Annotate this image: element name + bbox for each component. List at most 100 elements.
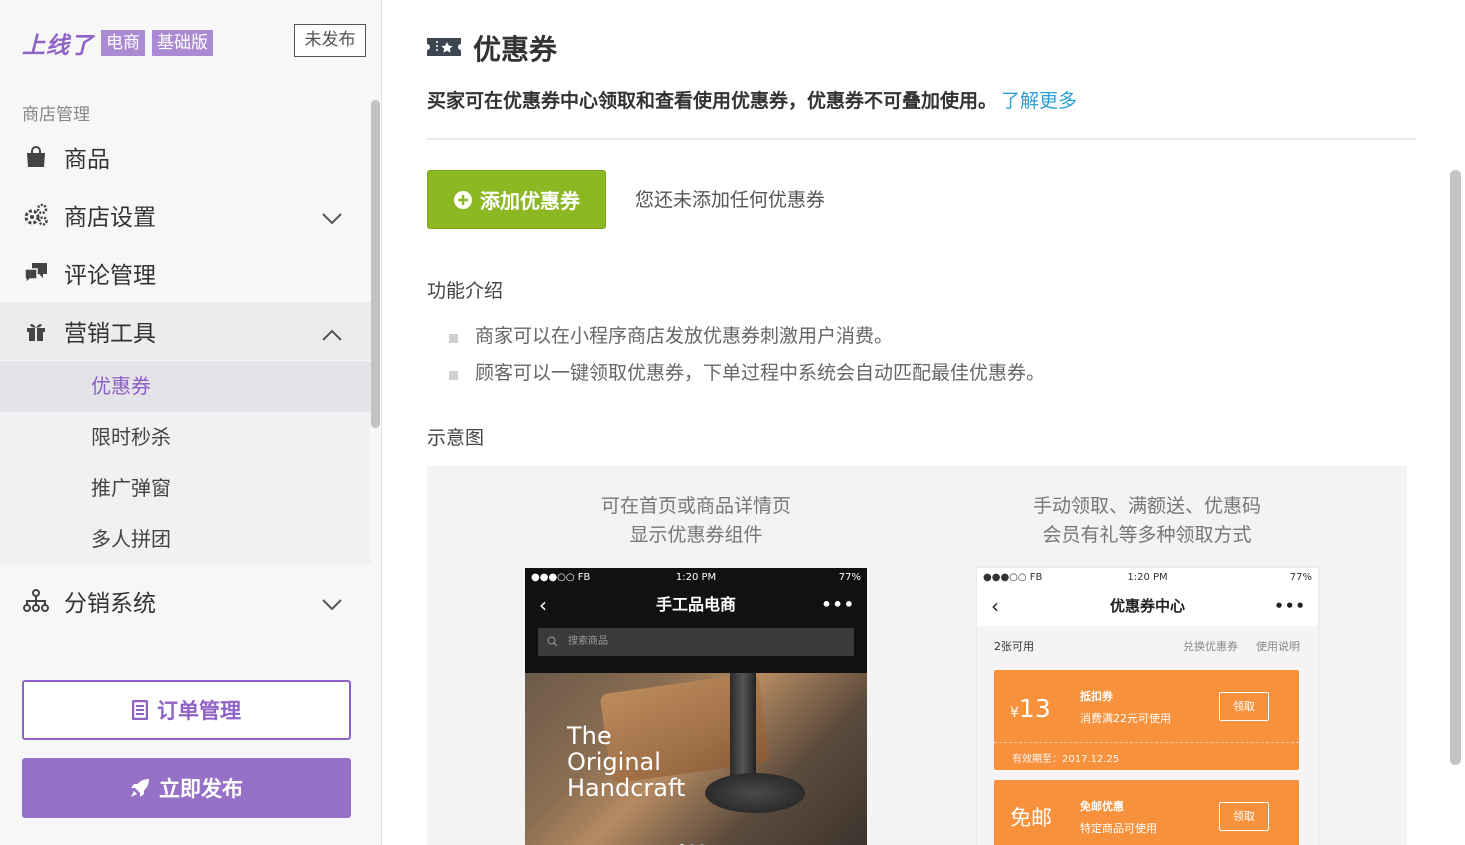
sidebar-subitem-popup[interactable]: 推广弹窗 (0, 463, 371, 514)
gears-icon (22, 201, 50, 229)
coupon-condition: 消费满22元可使用 (1080, 712, 1171, 725)
brand-tag-ecommerce: 电商 (101, 30, 145, 56)
chevron-down-icon (321, 592, 343, 618)
coupon-name: 抵扣券 (1080, 690, 1113, 703)
sitemap-icon (22, 587, 50, 615)
sidebar-item-store-settings[interactable]: 商店设置 (0, 186, 371, 244)
page-description: 买家可在优惠券中心领取和查看使用优惠券，优惠券不可叠加使用。 了解更多 (427, 86, 1077, 113)
ticket-icon (427, 32, 461, 65)
search-icon (547, 636, 558, 647)
phone-status-bar: ●●●○○ FB 1:20 PM 77% (525, 568, 867, 586)
coupon-amount: ¥13 (1010, 694, 1051, 723)
phone-search-bar: 搜索商品 (538, 628, 854, 656)
coupon-validity: 有效期至：2017.12.25 (1012, 754, 1120, 765)
publish-state-badge: 未发布 (294, 24, 366, 57)
add-coupon-label: 添加优惠券 (480, 191, 580, 213)
search-placeholder: 搜索商品 (568, 636, 608, 647)
sidebar-item-label: 商店设置 (64, 205, 156, 231)
caption-line: 手动领取、满额送、优惠码 (1032, 495, 1261, 517)
publish-now-label: 立即发布 (159, 778, 243, 801)
learn-more-link[interactable]: 了解更多 (1001, 90, 1077, 112)
coupon-claim-button: 领取 (1219, 802, 1269, 831)
hero-text-line: The (567, 722, 612, 750)
sidebar: 上线了 电商 基础版 未发布 商店管理 商品 商店设置 评论管理 营销工具 优惠… (0, 0, 382, 845)
phone-mockup-store: ●●●○○ FB 1:20 PM 77% ‹ 手工品电商 ••• 搜索商品 Th… (525, 568, 867, 845)
main-content: 优惠券 买家可在优惠券中心领取和查看使用优惠券，优惠券不可叠加使用。 了解更多 添… (383, 0, 1448, 845)
divider (427, 138, 1416, 140)
hero-pipe-shape (730, 673, 756, 783)
more-icon: ••• (821, 595, 855, 614)
feature-intro-heading: 功能介绍 (427, 280, 504, 302)
hero-text-line: Handcraft (567, 774, 686, 802)
app: 上线了 电商 基础版 未发布 商店管理 商品 商店设置 评论管理 营销工具 优惠… (0, 0, 1465, 845)
phone-navbar: ‹ 优惠券中心 ••• (977, 586, 1318, 626)
feature-item: 顾客可以一键领取优惠券，下单过程中系统会自动匹配最佳优惠券。 (449, 359, 1045, 396)
list-icon (132, 700, 148, 720)
currency-symbol: ¥ (1010, 705, 1019, 721)
coupon-card: 免邮 免邮优惠 特定商品可使用 领取 (994, 780, 1299, 845)
chevron-up-icon (321, 322, 343, 348)
sidebar-subitem-group-buy[interactable]: 多人拼团 (0, 514, 371, 565)
instructions-link: 使用说明 (1256, 640, 1300, 653)
back-icon: ‹ (991, 594, 999, 618)
left-caption: 可在首页或商品详情页 显示优惠券组件 (525, 492, 867, 550)
page-description-text: 买家可在优惠券中心领取和查看使用优惠券，优惠券不可叠加使用。 (427, 90, 998, 112)
brand: 上线了 电商 基础版 (22, 26, 213, 60)
diagram-heading: 示意图 (427, 427, 485, 449)
hero-text: The Original Handcraft (567, 723, 685, 801)
hero-base-shape (705, 773, 805, 813)
right-caption: 手动领取、满额送、优惠码 会员有礼等多种领取方式 (947, 492, 1347, 550)
comments-icon (22, 259, 50, 287)
sidebar-item-distribution[interactable]: 分销系统 (0, 572, 371, 630)
coupon-name: 免邮优惠 (1080, 800, 1124, 813)
phone-title: 优惠券中心 (1109, 597, 1185, 615)
main-scrollbar[interactable] (1450, 170, 1461, 765)
gift-icon (22, 317, 50, 345)
caption-line: 可在首页或商品详情页 (600, 495, 791, 517)
sidebar-item-label: 分销系统 (64, 591, 156, 617)
sidebar-subitem-flash-sale[interactable]: 限时秒杀 (0, 412, 371, 463)
sidebar-item-label: 营销工具 (64, 321, 156, 347)
available-count: 2张可用 (994, 640, 1034, 653)
plus-circle-icon (454, 190, 472, 209)
back-icon: ‹ (539, 593, 547, 617)
publish-now-button[interactable]: 立即发布 (22, 758, 351, 818)
phone-status-bar: ●●●○○ FB 1:20 PM 77% (977, 568, 1318, 586)
sidebar-item-label: 评论管理 (64, 263, 156, 289)
order-management-button[interactable]: 订单管理 (22, 680, 351, 740)
brand-logo: 上线了 (22, 33, 94, 59)
hero-text-line: Original (567, 748, 661, 776)
phone-title: 手工品电商 (655, 595, 736, 614)
redeem-coupon-link: 兑换优惠券 (1183, 640, 1238, 653)
sidebar-item-comments[interactable]: 评论管理 (0, 244, 371, 302)
coupon-card: ¥13 抵扣券 消费满22元可使用 领取 有效期至：2017.12.25 (994, 670, 1299, 770)
empty-state-text: 您还未添加任何优惠券 (635, 189, 826, 211)
caption-line: 显示优惠券组件 (629, 524, 763, 546)
coupon-claim-button: 领取 (1219, 692, 1269, 721)
phone-navbar: ‹ 手工品电商 ••• (525, 586, 867, 624)
page-title: 优惠券 (427, 28, 557, 68)
sidebar-item-products[interactable]: 商品 (0, 128, 371, 186)
chevron-down-icon (321, 206, 343, 232)
sidebar-subitem-coupons[interactable]: 优惠券 (0, 361, 371, 412)
hero-image: The Original Handcraft (525, 672, 867, 845)
diagram-panel: 可在首页或商品详情页 显示优惠券组件 手动领取、满额送、优惠码 会员有礼等多种领… (427, 466, 1407, 845)
sidebar-item-marketing[interactable]: 营销工具 (0, 302, 371, 360)
caption-line: 会员有礼等多种领取方式 (1042, 524, 1252, 546)
add-coupon-button[interactable]: 添加优惠券 (427, 170, 606, 229)
rocket-icon (131, 779, 149, 797)
coupon-separator (994, 742, 1299, 743)
feature-item: 商家可以在小程序商店发放优惠券刺激用户消费。 (449, 322, 1045, 359)
brand-tag-plan: 基础版 (152, 30, 213, 56)
page-title-text: 优惠券 (473, 33, 558, 66)
shopping-bag-icon (22, 143, 50, 171)
phone-mockup-coupon-center: ●●●○○ FB 1:20 PM 77% ‹ 优惠券中心 ••• 2张可用 兑换… (977, 568, 1318, 845)
feature-list: 商家可以在小程序商店发放优惠券刺激用户消费。 顾客可以一键领取优惠券，下单过程中… (449, 322, 1045, 396)
coupon-amount-value: 免邮 (1010, 806, 1052, 830)
more-icon: ••• (1274, 597, 1306, 615)
sidebar-scrollbar[interactable] (371, 100, 380, 428)
status-time: 1:20 PM (675, 571, 717, 583)
sidebar-item-label: 商品 (64, 147, 110, 173)
coupon-links: 兑换优惠券 使用说明 (1165, 626, 1300, 668)
coupon-availability-row: 2张可用 兑换优惠券 使用说明 (977, 626, 1318, 668)
